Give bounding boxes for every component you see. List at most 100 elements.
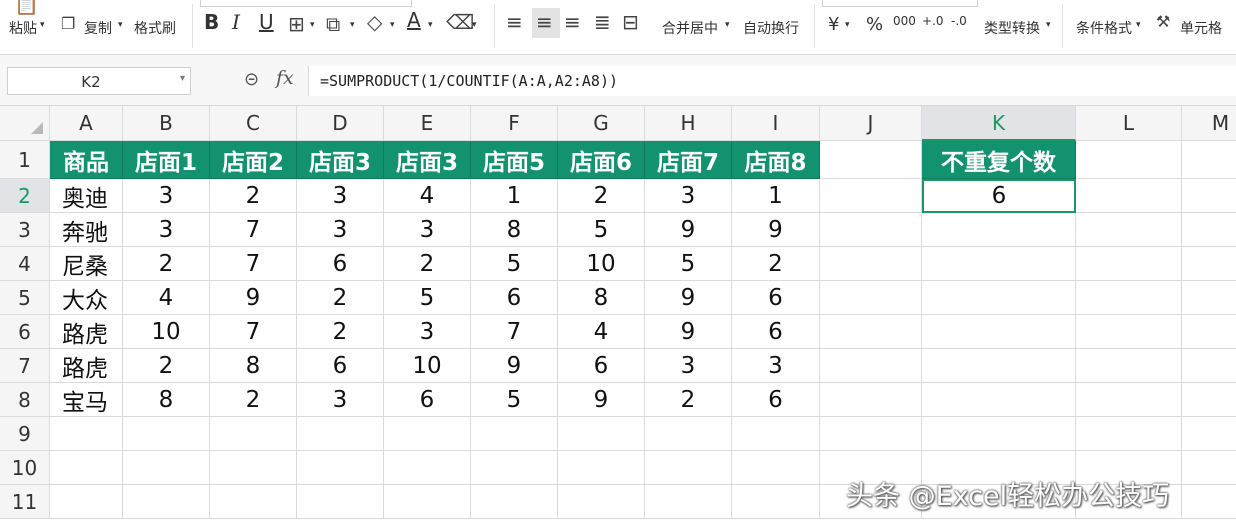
type-convert-dropdown-icon[interactable]: ▾	[1046, 20, 1051, 30]
column-header-k[interactable]: K	[922, 106, 1076, 141]
cell-i6[interactable]: 6	[732, 315, 820, 349]
cell-c10[interactable]	[210, 451, 297, 485]
cell-m9[interactable]	[1182, 417, 1236, 451]
row-header-5[interactable]: 5	[0, 281, 50, 315]
currency-button[interactable]: ¥	[828, 14, 839, 35]
bold-button[interactable]: B	[204, 10, 219, 34]
cell-i3[interactable]: 9	[732, 213, 820, 247]
cell-k5[interactable]	[922, 281, 1076, 315]
paste-button[interactable]: 粘贴	[9, 18, 37, 38]
row-header-11[interactable]: 11	[0, 485, 50, 519]
cell-l6[interactable]	[1076, 315, 1182, 349]
paste-dropdown-icon[interactable]: ▾	[40, 20, 45, 30]
thousands-button[interactable]: 000	[893, 14, 916, 28]
cell-i2[interactable]: 1	[732, 179, 820, 213]
cell-c7[interactable]: 8	[210, 349, 297, 383]
cell-f8[interactable]: 5	[471, 383, 558, 417]
cell-i7[interactable]: 3	[732, 349, 820, 383]
cell-j7[interactable]	[820, 349, 922, 383]
cell-e9[interactable]	[384, 417, 471, 451]
cell-e8[interactable]: 6	[384, 383, 471, 417]
name-box-dropdown-icon[interactable]: ▾	[180, 73, 185, 84]
merge-dropdown-icon[interactable]: ▾	[725, 20, 730, 30]
paste-icon[interactable]: 📋	[14, 0, 39, 16]
cell-k8[interactable]	[922, 383, 1076, 417]
cell-c6[interactable]: 7	[210, 315, 297, 349]
cell-f7[interactable]: 9	[471, 349, 558, 383]
percent-button[interactable]: %	[866, 14, 883, 35]
fill-dropdown-icon[interactable]: ▾	[390, 20, 395, 30]
cell-i10[interactable]	[732, 451, 820, 485]
cell-style-icon[interactable]: ⧉	[326, 12, 340, 36]
cell-a8[interactable]: 宝马	[50, 383, 123, 417]
cell-m10[interactable]	[1182, 451, 1236, 485]
cell-e5[interactable]: 5	[384, 281, 471, 315]
cell-c2[interactable]: 2	[210, 179, 297, 213]
cell-d10[interactable]	[297, 451, 384, 485]
cell-k3[interactable]	[922, 213, 1076, 247]
cell-l9[interactable]	[1076, 417, 1182, 451]
column-header-i[interactable]: I	[732, 106, 820, 141]
copy-button[interactable]: 复制	[84, 18, 112, 38]
row-header-4[interactable]: 4	[0, 247, 50, 281]
cell-j1[interactable]	[820, 141, 922, 179]
conditional-format-button[interactable]: 条件格式	[1076, 18, 1132, 38]
cell-c11[interactable]	[210, 485, 297, 519]
align-left-icon[interactable]: ≡	[506, 10, 523, 34]
cell-b7[interactable]: 2	[123, 349, 210, 383]
merge-center-button[interactable]: 合并居中	[662, 18, 718, 38]
cell-f5[interactable]: 6	[471, 281, 558, 315]
cell-b4[interactable]: 2	[123, 247, 210, 281]
cell-i9[interactable]	[732, 417, 820, 451]
cell-a1[interactable]: 商品	[50, 141, 123, 179]
cell-d1[interactable]: 店面3	[297, 141, 384, 179]
underline-button[interactable]: U	[259, 10, 274, 34]
cell-m4[interactable]	[1182, 247, 1236, 281]
cell-g5[interactable]: 8	[558, 281, 645, 315]
cell-a6[interactable]: 路虎	[50, 315, 123, 349]
cell-e1[interactable]: 店面3	[384, 141, 471, 179]
column-header-f[interactable]: F	[471, 106, 558, 141]
cell-m2[interactable]	[1182, 179, 1236, 213]
cell-d4[interactable]: 6	[297, 247, 384, 281]
decrease-decimal-button[interactable]: -.0	[951, 14, 967, 28]
fill-color-icon[interactable]: ◇	[367, 10, 382, 34]
column-header-h[interactable]: H	[645, 106, 732, 141]
cell-h4[interactable]: 5	[645, 247, 732, 281]
cell-h3[interactable]: 9	[645, 213, 732, 247]
cell-e11[interactable]	[384, 485, 471, 519]
cell-e4[interactable]: 2	[384, 247, 471, 281]
cell-b9[interactable]	[123, 417, 210, 451]
cell-b11[interactable]	[123, 485, 210, 519]
cell-j4[interactable]	[820, 247, 922, 281]
cell-j6[interactable]	[820, 315, 922, 349]
cell-h7[interactable]: 3	[645, 349, 732, 383]
cell-m11[interactable]	[1182, 485, 1236, 519]
row-header-10[interactable]: 10	[0, 451, 50, 485]
cell-k4[interactable]	[922, 247, 1076, 281]
cell-h9[interactable]	[645, 417, 732, 451]
cell-a9[interactable]	[50, 417, 123, 451]
cell-j8[interactable]	[820, 383, 922, 417]
cell-d5[interactable]: 2	[297, 281, 384, 315]
cell-d8[interactable]: 3	[297, 383, 384, 417]
font-color-button[interactable]: A	[407, 8, 421, 32]
cell-l8[interactable]	[1076, 383, 1182, 417]
cell-l7[interactable]	[1076, 349, 1182, 383]
number-format-box[interactable]	[822, 0, 978, 7]
cell-g1[interactable]: 店面6	[558, 141, 645, 179]
cell-d11[interactable]	[297, 485, 384, 519]
cell-m8[interactable]	[1182, 383, 1236, 417]
row-header-6[interactable]: 6	[0, 315, 50, 349]
cell-h2[interactable]: 3	[645, 179, 732, 213]
format-painter-button[interactable]: 格式刷	[134, 18, 176, 38]
increase-decimal-button[interactable]: +.0	[922, 14, 944, 28]
cell-l2[interactable]	[1076, 179, 1182, 213]
align-right-icon[interactable]: ≡	[564, 10, 581, 34]
cell-m3[interactable]	[1182, 213, 1236, 247]
cell-k9[interactable]	[922, 417, 1076, 451]
cell-c8[interactable]: 2	[210, 383, 297, 417]
cell-d6[interactable]: 2	[297, 315, 384, 349]
cell-i1[interactable]: 店面8	[732, 141, 820, 179]
border-dropdown-icon[interactable]: ▾	[310, 20, 315, 30]
